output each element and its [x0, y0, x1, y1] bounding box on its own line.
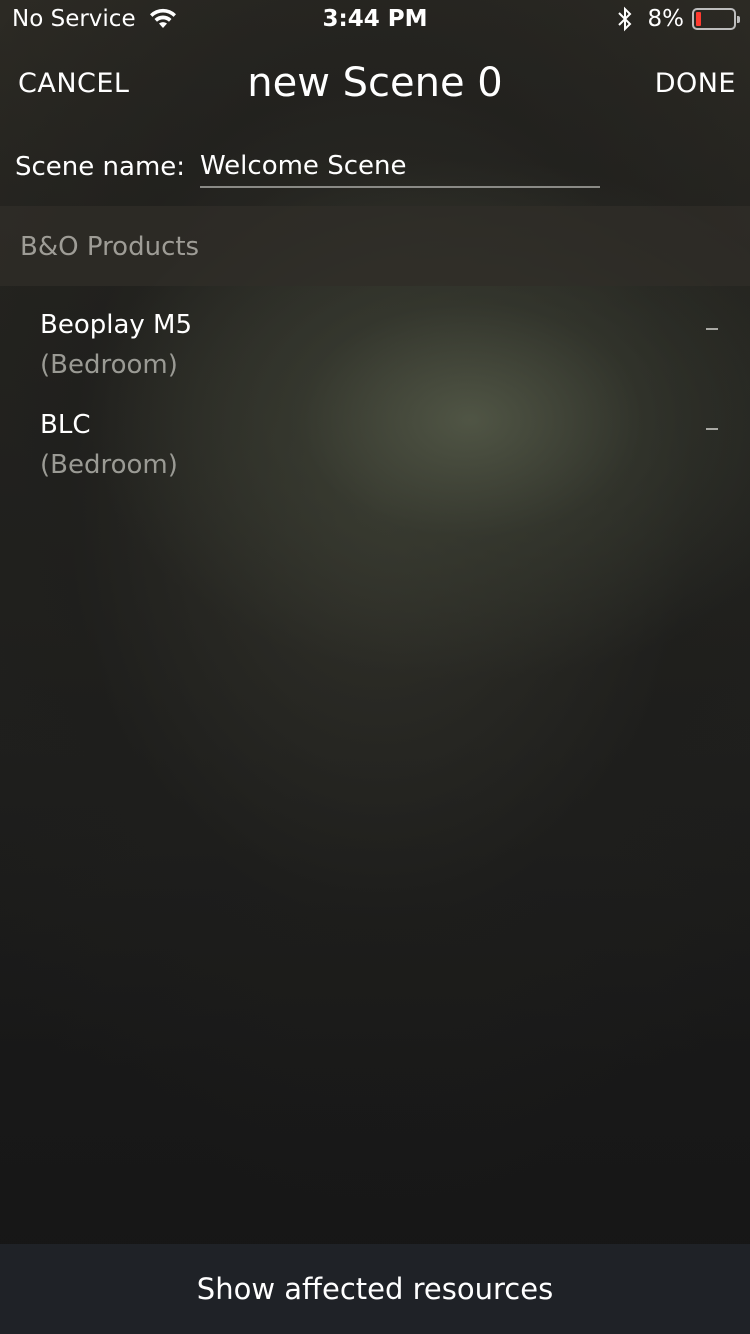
list-item[interactable]: BLC (Bedroom) [0, 400, 750, 500]
minus-icon[interactable] [706, 428, 718, 430]
status-bar: No Service 3:44 PM 8% [0, 0, 750, 40]
product-list: Beoplay M5 (Bedroom) BLC (Bedroom) [0, 300, 750, 500]
battery-icon [692, 8, 740, 30]
show-affected-resources-label: Show affected resources [196, 1272, 554, 1306]
product-room: (Bedroom) [40, 450, 178, 480]
product-name: BLC [40, 410, 91, 440]
section-header: B&O Products [0, 206, 750, 286]
minus-icon[interactable] [706, 328, 718, 330]
done-button[interactable]: DONE [655, 68, 736, 99]
scene-name-input[interactable] [200, 146, 600, 188]
list-item[interactable]: Beoplay M5 (Bedroom) [0, 300, 750, 400]
scene-name-label: Scene name: [15, 152, 186, 182]
scene-name-row: Scene name: [0, 140, 750, 206]
product-room: (Bedroom) [40, 350, 178, 380]
product-name: Beoplay M5 [40, 310, 193, 340]
section-title: B&O Products [20, 232, 200, 262]
status-right: 8% [616, 6, 740, 32]
page-title: new Scene 0 [247, 60, 503, 106]
battery-percent: 8% [647, 6, 685, 32]
navigation-bar: CANCEL new Scene 0 DONE [0, 44, 750, 124]
show-affected-resources-button[interactable]: Show affected resources [0, 1244, 750, 1334]
bluetooth-icon [617, 6, 631, 32]
battery-fill [696, 12, 701, 26]
